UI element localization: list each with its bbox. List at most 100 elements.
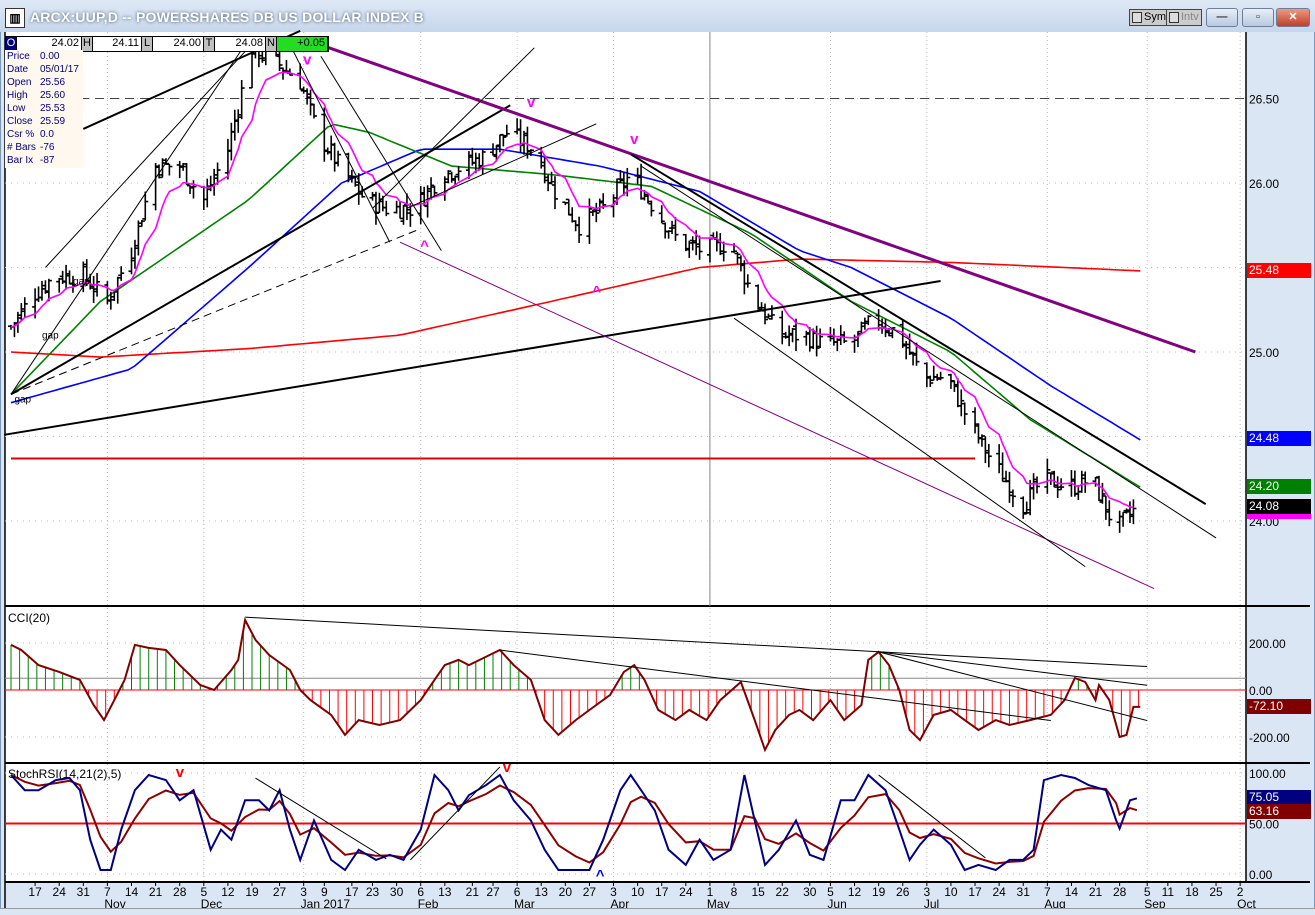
x-tick-label: 20: [559, 885, 573, 899]
x-tick-label: 27: [583, 885, 597, 899]
last-value: 24.08: [215, 37, 266, 51]
info-row: Csr % 0.0: [5, 128, 83, 141]
ma-slow-label: 24.48: [1247, 431, 1311, 446]
x-tick-label: 27: [486, 885, 500, 899]
stoch-tick-label: 50.00: [1249, 818, 1279, 832]
buy-marker: ^: [592, 283, 601, 300]
high-key: H: [82, 37, 93, 51]
x-tick-label: 13: [535, 885, 549, 899]
x-tick-label: 26: [896, 885, 910, 899]
x-tick-label: 18: [1185, 885, 1199, 899]
info-row: Close 25.59: [5, 115, 83, 128]
x-tick-label: 30: [390, 885, 404, 899]
x-tick-label: 21: [466, 885, 480, 899]
open-key: O: [6, 37, 17, 51]
info-row: Open 25.56: [5, 76, 83, 89]
price-tick-label: 26.50: [1249, 93, 1279, 107]
info-row: # Bars -76: [5, 141, 83, 154]
gap-annotation: gap: [42, 330, 59, 341]
info-row: Low 25.53: [5, 102, 83, 115]
info-row: High 25.60: [5, 89, 83, 102]
x-tick-label: 21: [1089, 885, 1103, 899]
cci-value-label: -72.10: [1247, 699, 1311, 714]
info-key: High: [7, 90, 28, 101]
sell-marker: v: [503, 759, 512, 776]
x-tick-label: 10: [631, 885, 645, 899]
x-tick-label: 31: [77, 885, 91, 899]
x-tick-label: 8: [731, 885, 738, 899]
stoch-slow-label: 63.16: [1247, 804, 1311, 819]
x-tick-label: 27: [273, 885, 287, 899]
low-value: 24.00: [153, 37, 204, 51]
stoch-fast-label: 75.05: [1247, 790, 1311, 805]
x-tick-label: 14: [1065, 885, 1079, 899]
info-row: Price 0.00: [5, 50, 83, 63]
cci-title: CCI(20): [8, 611, 50, 625]
info-value: 25.59: [40, 116, 66, 127]
x-tick-label: 12: [848, 885, 862, 899]
ma-mid-label: 24.20: [1247, 479, 1311, 494]
info-key: Low: [7, 103, 26, 114]
x-tick-label: 28: [1113, 885, 1127, 899]
info-value: 05/01/17: [40, 64, 79, 75]
plot-background: [5, 32, 1246, 882]
info-value: 0.0: [40, 129, 54, 140]
x-tick-label: 21: [149, 885, 163, 899]
last-price-label: 24.08: [1247, 499, 1311, 514]
info-value: 25.60: [40, 90, 66, 101]
price-tick-label: 25.00: [1249, 346, 1279, 360]
x-tick-label: 17: [655, 885, 669, 899]
stoch-tick-label: 0.00: [1249, 868, 1273, 882]
high-value: 24.11: [93, 37, 142, 51]
x-tick-label: 30: [803, 885, 817, 899]
x-tick-label: 19: [872, 885, 886, 899]
buy-marker: ^: [596, 867, 605, 884]
x-tick-label: 23: [366, 885, 380, 899]
info-value: 25.53: [40, 103, 66, 114]
info-key: Date: [7, 64, 29, 75]
info-value: -76: [40, 142, 55, 153]
x-tick-label: 19: [245, 885, 259, 899]
x-tick-label: 17: [968, 885, 982, 899]
cci-tick-label: -200.00: [1249, 731, 1290, 745]
x-tick-label: 31: [1017, 885, 1031, 899]
sell-marker: v: [303, 52, 312, 69]
x-tick-label: 13: [438, 885, 452, 899]
info-row: Date 05/01/17: [5, 63, 83, 76]
info-key: Bar Ix: [7, 155, 34, 166]
net-change-value: +0.05: [277, 37, 328, 51]
chart-canvas[interactable]: 26.5026.0025.5025.0024.5024.00200.000.00…: [0, 0, 1315, 914]
x-tick-label: 24: [679, 885, 693, 899]
gap-annotation: gap: [14, 395, 31, 406]
x-tick-label: 22: [776, 885, 790, 899]
net-key: N: [266, 37, 277, 51]
x-tick-label: 25: [1209, 885, 1223, 899]
price-tick-label: 26.00: [1249, 177, 1279, 191]
sell-marker: v: [176, 764, 185, 781]
info-key: # Bars: [7, 142, 36, 153]
info-key: Close: [7, 116, 33, 127]
info-value: 0.00: [40, 51, 60, 62]
info-value: 25.56: [40, 77, 66, 88]
x-tick-label: 24: [992, 885, 1006, 899]
x-tick-label: 24: [53, 885, 67, 899]
info-key: Open: [7, 77, 32, 88]
x-tick-label: 10: [944, 885, 958, 899]
x-tick-label: 17: [28, 885, 42, 899]
sell-marker: v: [527, 94, 536, 111]
info-key: Csr %: [7, 129, 35, 140]
ma-long-label: 25.48: [1247, 263, 1311, 278]
last-key: T: [204, 37, 215, 51]
low-key: L: [142, 37, 153, 51]
ma-fast-label: [1247, 514, 1311, 519]
cci-tick-label: 0.00: [1249, 684, 1273, 698]
x-tick-label: 15: [751, 885, 765, 899]
x-tick-label: 12: [221, 885, 235, 899]
stochrsi-title: StochRSI(14,21(2),5): [8, 767, 121, 781]
buy-marker: ^: [420, 238, 429, 255]
cci-tick-label: 200.00: [1249, 637, 1286, 651]
open-value: 24.02: [17, 37, 82, 51]
x-tick-label: 28: [173, 885, 187, 899]
info-row: Bar Ix -87: [5, 154, 83, 167]
info-value: -87: [40, 155, 55, 166]
